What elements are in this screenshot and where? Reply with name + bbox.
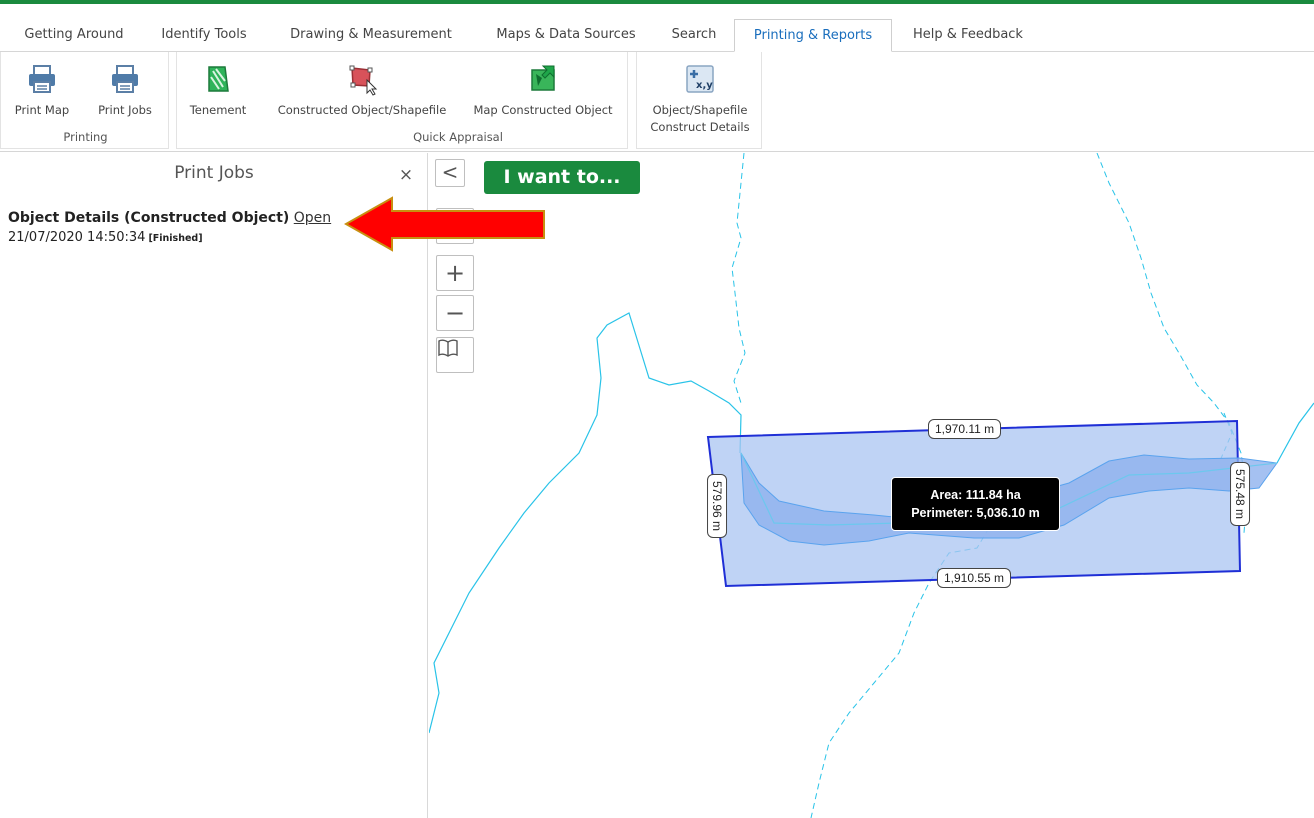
constructed-object-icon <box>349 65 378 96</box>
print-map-label: Print Map <box>14 103 70 117</box>
zoom-out-button[interactable]: − <box>436 295 474 331</box>
construct-details-label-line2: Construct Details <box>650 120 750 134</box>
constructed-object-button[interactable]: Constructed Object/Shapefile <box>267 52 457 127</box>
constructed-object-label: Constructed Object/Shapefile <box>277 103 447 117</box>
tab-search[interactable]: Search <box>660 19 728 52</box>
river-line-dashed <box>731 153 746 404</box>
map-view[interactable]: < I want to... + − 1,970.11 m 1,910.55 m… <box>429 153 1314 818</box>
perimeter-readout: Perimeter: 5,036.10 m <box>911 506 1040 520</box>
zoom-in-button[interactable]: + <box>436 255 474 291</box>
map-constructed-object-label: Map Constructed Object <box>473 103 613 117</box>
book-icon <box>438 339 458 357</box>
print-jobs-label: Print Jobs <box>98 103 152 117</box>
panel-close-button[interactable]: × <box>396 165 416 185</box>
print-job-open-link[interactable]: Open <box>294 210 331 226</box>
print-jobs-button[interactable]: Print Jobs <box>87 52 163 127</box>
main-tab-bar: Getting Around Identify Tools Drawing & … <box>0 10 1314 52</box>
top-accent-bar <box>0 0 1314 10</box>
tenement-icon <box>208 66 229 92</box>
collapse-panel-button[interactable]: < <box>435 159 465 187</box>
measurement-label-right: 575.48 m <box>1230 461 1251 527</box>
print-job-entry: Object Details (Constructed Object) Open <box>8 210 331 226</box>
bookmarks-button[interactable] <box>436 337 474 373</box>
measurement-label-top: 1,970.11 m <box>928 419 1002 439</box>
xy-coordinates-icon: x,y <box>686 65 714 93</box>
app-window: Getting Around Identify Tools Drawing & … <box>0 0 1314 818</box>
printer-icon <box>29 65 55 93</box>
panel-title: Print Jobs <box>174 163 254 183</box>
plus-icon: + <box>444 259 466 287</box>
tab-help-feedback[interactable]: Help & Feedback <box>898 19 1038 52</box>
river-line <box>429 312 742 734</box>
i-want-to-button[interactable]: I want to... <box>484 161 640 194</box>
print-job-status: [Finished] <box>148 233 203 244</box>
tab-drawing-measurement[interactable]: Drawing & Measurement <box>270 19 472 52</box>
map-canvas <box>429 153 1314 818</box>
measurement-label-left: 579.96 m <box>707 473 728 539</box>
group-label-quick-appraisal: Quick Appraisal <box>413 130 503 144</box>
ribbon-group-quick-appraisal: Tenement Constructed Object/Shapefile Ma… <box>176 52 628 149</box>
ribbon-toolbar: Print Map Print Jobs Printing Tenement C… <box>0 52 1314 152</box>
tenement-label: Tenement <box>189 103 247 117</box>
object-shapefile-construct-details-button[interactable]: x,y Object/Shapefile Construct Details <box>641 52 759 144</box>
print-job-date: 21/07/2020 14:50:34 <box>8 230 146 245</box>
print-job-title: Object Details (Constructed Object) <box>8 210 290 226</box>
red-annotation-arrow <box>344 196 545 252</box>
tab-getting-around[interactable]: Getting Around <box>8 19 140 52</box>
construct-details-label-line1: Object/Shapefile <box>652 103 748 117</box>
ribbon-group-construct-details: x,y Object/Shapefile Construct Details <box>636 52 762 149</box>
measurement-tooltip: Area: 111.84 ha Perimeter: 5,036.10 m <box>891 477 1060 531</box>
print-job-date-line: 21/07/2020 14:50:34 [Finished] <box>8 230 203 245</box>
tab-printing-reports[interactable]: Printing & Reports <box>734 19 892 52</box>
group-label-printing: Printing <box>63 130 108 144</box>
svg-text:x,y: x,y <box>696 80 713 91</box>
tab-identify-tools[interactable]: Identify Tools <box>146 19 262 52</box>
tab-maps-data-sources[interactable]: Maps & Data Sources <box>478 19 654 52</box>
ribbon-group-printing: Print Map Print Jobs Printing <box>0 52 169 149</box>
print-jobs-panel: Print Jobs × Object Details (Constructed… <box>0 153 428 818</box>
map-constructed-object-icon <box>531 65 555 91</box>
area-readout: Area: 111.84 ha <box>930 488 1021 502</box>
minus-icon: − <box>444 299 466 327</box>
print-map-button[interactable]: Print Map <box>5 52 79 127</box>
map-constructed-object-button[interactable]: Map Constructed Object <box>463 52 623 127</box>
river-line <box>1276 402 1314 464</box>
printer-icon <box>112 65 138 93</box>
tenement-button[interactable]: Tenement <box>181 52 255 127</box>
measurement-label-bottom: 1,910.55 m <box>937 568 1012 588</box>
